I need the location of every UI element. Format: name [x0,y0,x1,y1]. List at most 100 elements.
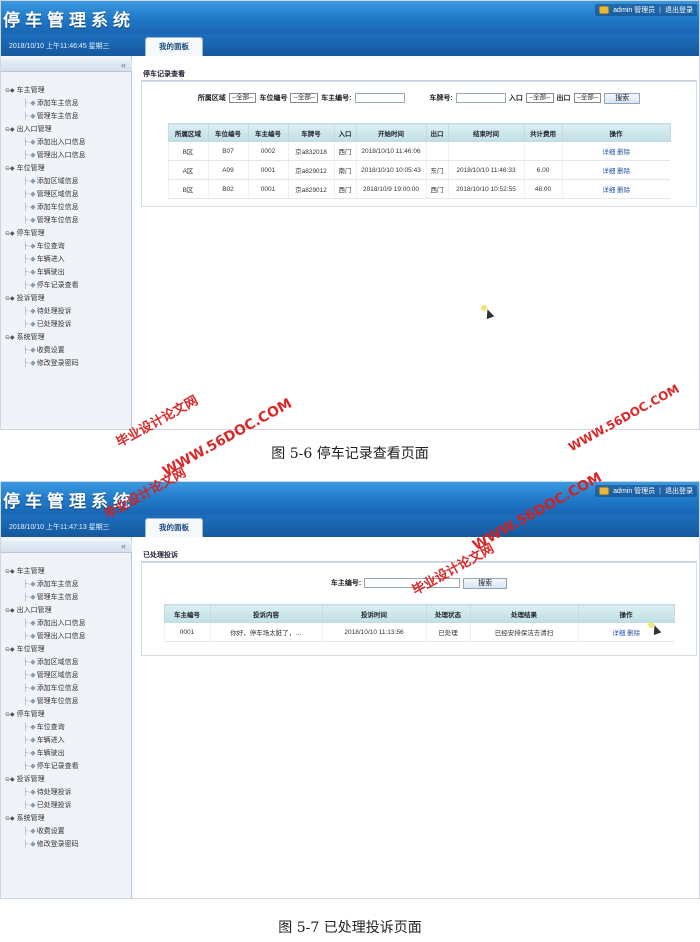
expand-icon[interactable]: ⊖◆ [5,777,15,783]
menu-group[interactable]: ⊖◆ 投诉管理 [5,292,86,305]
table-cell: 已经安排保洁去清扫 [469,622,578,642]
expand-icon[interactable]: ⊖◆ [5,166,15,172]
menu-item[interactable]: ├·◆添加出入口信息 [5,136,86,149]
table-cell: A区 [167,160,208,180]
menu-item[interactable]: ├·◆管理车位信息 [5,695,86,708]
datetime: 2018/10/10 上午11:46:45 星期三 [9,43,110,50]
menu-item[interactable]: ├·◆添加车主信息 [5,578,86,591]
menu-item[interactable]: ├·◆停车记录查看 [5,760,86,773]
logout-link[interactable]: 退出登录 [665,486,693,496]
delete-link[interactable]: 删除 [627,630,640,637]
exit-select[interactable]: --全部-- [573,93,602,103]
expand-icon[interactable]: ⊖◆ [5,816,15,822]
expand-icon[interactable]: ⊖◆ [5,231,15,237]
delete-link[interactable]: 删除 [617,187,630,194]
menu-item-label: 已处理投诉 [36,802,72,809]
expand-icon[interactable]: ⊖◆ [5,127,15,133]
plate-input[interactable] [455,93,506,103]
menu-item[interactable]: ├·◆停车记录查看 [5,279,86,292]
expand-icon[interactable]: ⊖◆ [5,296,15,302]
tree-line-icon: ├·◆ [23,698,36,705]
menu-group-label: 车位管理 [16,165,45,172]
menu-group[interactable]: ⊖◆ 出入口管理 [5,604,86,617]
menu-item[interactable]: ├·◆管理车主信息 [5,591,86,604]
menu-item[interactable]: ├·◆添加车主信息 [5,97,86,110]
search-button[interactable]: 搜索 [463,577,508,589]
menu-group[interactable]: ⊖◆ 出入口管理 [5,123,86,136]
menu-group-label: 停车管理 [16,230,45,237]
column-header: 车位编号 [207,123,249,142]
tree-line-icon: ├·◆ [23,269,36,276]
expand-icon[interactable]: ⊖◆ [5,712,15,718]
menu-item[interactable]: ├·◆车位查询 [5,240,86,253]
menu-item-label: 停车记录查看 [36,763,79,770]
menu-group[interactable]: ⊖◆ 投诉管理 [5,773,86,786]
tab-my-panel[interactable]: 我的面板 [145,518,203,537]
menu-item[interactable]: ├·◆管理车位信息 [5,214,86,227]
table-row: B区 B02 0001 京a829012 西门 2018/10/9 19:00:00 西门 2… [167,179,670,199]
menu-item[interactable]: ├·◆车位查询 [5,721,86,734]
menu-item[interactable]: ├·◆添加区域信息 [5,656,86,669]
menu-group[interactable]: ⊖◆ 车主管理 [5,84,86,97]
detail-link[interactable]: 详细 [612,630,625,637]
menu-item[interactable]: ├·◆添加区域信息 [5,175,86,188]
menu-group[interactable]: ⊖◆ 车位管理 [5,643,86,656]
menu-group[interactable]: ⊖◆ 停车管理 [5,227,86,240]
tree-line-icon: ├·◆ [23,763,36,770]
tab-my-panel[interactable]: 我的面板 [145,37,203,56]
menu-item[interactable]: ├·◆待处理投诉 [5,786,86,799]
menu-item[interactable]: ├·◆车辆驶出 [5,747,86,760]
expand-icon[interactable]: ⊖◆ [5,88,15,94]
menu-item[interactable]: ├·◆车辆进入 [5,734,86,747]
entry-select[interactable]: --全部-- [525,93,554,103]
expand-icon[interactable]: ⊖◆ [5,335,15,341]
menu-item[interactable]: ├·◆添加车位信息 [5,682,86,695]
menu-group[interactable]: ⊖◆ 车主管理 [5,565,86,578]
expand-icon[interactable]: ⊖◆ [5,569,15,575]
menu-item[interactable]: ├·◆管理区域信息 [5,669,86,682]
menu-group[interactable]: ⊖◆ 停车管理 [5,708,86,721]
tree-line-icon: ├·◆ [23,256,36,263]
table-cell: 你好，停车场太脏了，… [209,622,322,642]
table-cell: B07 [207,141,248,161]
app-header: 停车管理系统 admin 管理员 | 退出登录 [1,1,699,34]
menu-item[interactable]: ├·◆已处理投诉 [5,318,86,331]
delete-link[interactable]: 删除 [617,149,630,156]
table-cell: 0001 [247,179,288,199]
menu-item[interactable]: ├·◆已处理投诉 [5,799,86,812]
menu-item[interactable]: ├·◆管理车主信息 [5,110,86,123]
menu-item[interactable]: ├·◆管理区域信息 [5,188,86,201]
detail-link[interactable]: 详细 [602,149,615,156]
collapse-icon[interactable]: « [1,60,132,72]
search-button[interactable]: 搜索 [604,92,641,104]
tree-line-icon: ├·◆ [23,750,36,757]
logout-link[interactable]: 退出登录 [665,5,693,15]
collapse-icon[interactable]: « [1,541,132,553]
menu-item[interactable]: ├·◆车辆进入 [5,253,86,266]
expand-icon[interactable]: ⊖◆ [5,608,15,614]
owner-label: 车主编号: [321,95,352,102]
menu-item[interactable]: ├·◆待处理投诉 [5,305,86,318]
menu-group[interactable]: ⊖◆ 系统管理 [5,812,86,825]
menu-item[interactable]: ├·◆收费设置 [5,344,86,357]
menu-item[interactable]: ├·◆添加出入口信息 [5,617,86,630]
menu-item[interactable]: ├·◆修改登录密码 [5,838,86,851]
expand-icon[interactable]: ⊖◆ [5,647,15,653]
owner-input[interactable] [354,93,405,103]
detail-link[interactable]: 详细 [602,187,615,194]
menu-item[interactable]: ├·◆车辆驶出 [5,266,86,279]
user-label: admin 管理员 [613,488,656,495]
area-select[interactable]: --全部-- [228,93,257,103]
menu-group[interactable]: ⊖◆ 车位管理 [5,162,86,175]
panel-title: 已处理投诉 [141,550,697,562]
detail-link[interactable]: 详细 [602,168,615,175]
menu-group[interactable]: ⊖◆ 系统管理 [5,331,86,344]
menu-item[interactable]: ├·◆管理出入口信息 [5,149,86,162]
menu-item[interactable]: ├·◆添加车位信息 [5,201,86,214]
menu-item[interactable]: ├·◆管理出入口信息 [5,630,86,643]
spot-select[interactable]: --全部-- [290,93,319,103]
delete-link[interactable]: 删除 [617,168,630,175]
menu-item[interactable]: ├·◆收费设置 [5,825,86,838]
column-header: 开始时间 [355,123,427,142]
menu-item[interactable]: ├·◆修改登录密码 [5,357,86,370]
